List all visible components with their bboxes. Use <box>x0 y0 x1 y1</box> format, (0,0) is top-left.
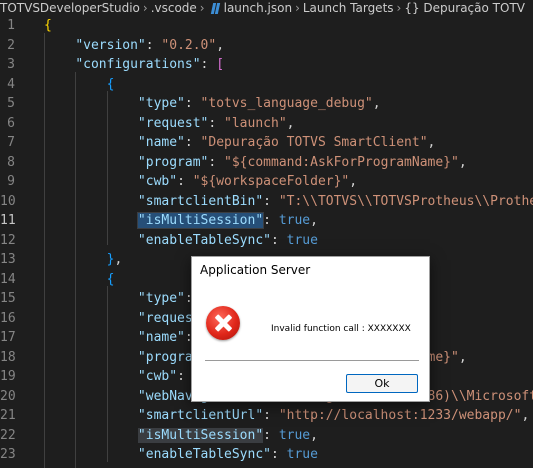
code-line[interactable]: 22 "isMultiSession": true, <box>0 426 533 446</box>
code-text: "request": "launch", <box>137 115 295 131</box>
line-number: 16 <box>0 310 16 326</box>
dialog-message: Invalid function call : XXXXXXX <box>271 324 411 334</box>
line-number: 7 <box>7 135 15 150</box>
dialog-body: Invalid function call : XXXXXXX <box>192 287 429 367</box>
code-text: "configurations": [ <box>75 57 225 72</box>
code-text: "enableTableSync": true <box>137 447 318 462</box>
line-number: 10 <box>0 193 16 209</box>
dialog-title: Application Server <box>200 263 311 277</box>
code-text: "program": "${command:AskForProgramName}… <box>137 154 467 170</box>
line-number: 9 <box>7 174 15 189</box>
code-line[interactable]: 4 { <box>0 75 533 95</box>
code-text: { <box>106 271 115 287</box>
line-number: 2 <box>7 37 15 53</box>
line-number: 5 <box>7 96 15 111</box>
code-text: } <box>44 465 115 468</box>
code-line[interactable]: 9 "cwb": "${workspaceFolder}", <box>0 172 533 192</box>
code-text: "smartclientBin": "T:\\TOTVS\\TOTVSProth… <box>137 193 533 209</box>
line-number: 22 <box>0 427 16 443</box>
code-line[interactable]: 5 "type": "totvs_language_debug", <box>0 94 533 114</box>
code-text: "name": "Depuração TOTVS SmartClient", <box>137 135 436 150</box>
line-number: 15 <box>0 291 16 306</box>
code-text: "version": "0.2.0", <box>75 37 225 53</box>
line-number: 24 <box>0 465 16 468</box>
line-number: 3 <box>7 57 15 72</box>
code-line[interactable]: 2 "version": "0.2.0", <box>0 36 533 56</box>
code-line[interactable]: 24 } <box>0 465 533 468</box>
code-line[interactable]: 11 "isMultiSession": true, <box>0 211 533 231</box>
line-number: 12 <box>0 232 16 248</box>
line-number: 19 <box>0 369 16 384</box>
ok-button[interactable]: Ok <box>346 374 418 393</box>
code-text: "cwb": "${workspaceFolder}", <box>137 174 358 189</box>
code-line[interactable]: 7 "name": "Depuração TOTVS SmartClient", <box>0 133 533 153</box>
line-number: 17 <box>0 330 16 345</box>
code-text: "isMultiSession": true, <box>137 427 318 443</box>
code-line[interactable]: 8 "program": "${command:AskForProgramNam… <box>0 153 533 173</box>
line-number: 18 <box>0 349 16 365</box>
code-text: }, <box>106 252 123 267</box>
code-text: { <box>44 18 52 33</box>
line-number: 6 <box>7 115 15 131</box>
code-line[interactable]: 21 "smartclientUrl": "http://localhost:1… <box>0 406 533 426</box>
line-number: 14 <box>0 271 16 287</box>
code-line[interactable]: 10 "smartclientBin": "T:\\TOTVS\\TOTVSPr… <box>0 192 533 212</box>
code-line[interactable]: 6 "request": "launch", <box>0 114 533 134</box>
line-number: 21 <box>0 408 16 423</box>
code-line[interactable]: 3 "configurations": [ <box>0 55 533 75</box>
code-line[interactable]: 1{ <box>0 16 533 36</box>
error-dialog: Application Server Invalid function call… <box>191 256 430 402</box>
code-text: "isMultiSession": true, <box>136 212 318 229</box>
error-icon <box>206 306 240 340</box>
dialog-separator <box>205 360 419 361</box>
code-line[interactable]: 12 "enableTableSync": true <box>0 231 533 251</box>
vscode-file-icon <box>210 3 221 14</box>
line-number: 4 <box>7 76 15 92</box>
code-text: "smartclientUrl": "http://localhost:1233… <box>137 408 530 423</box>
line-number: 13 <box>0 252 16 267</box>
code-text: "enableTableSync": true <box>137 232 318 248</box>
line-number: 1 <box>7 18 15 33</box>
code-line[interactable]: 23 "enableTableSync": true <box>0 445 533 465</box>
line-number: 23 <box>0 447 16 462</box>
line-number: 8 <box>7 154 15 170</box>
line-number: 20 <box>0 388 16 404</box>
line-number: 11 <box>0 213 16 228</box>
code-text: "type": "totvs_language_debug", <box>137 96 381 111</box>
code-text: { <box>106 76 115 92</box>
